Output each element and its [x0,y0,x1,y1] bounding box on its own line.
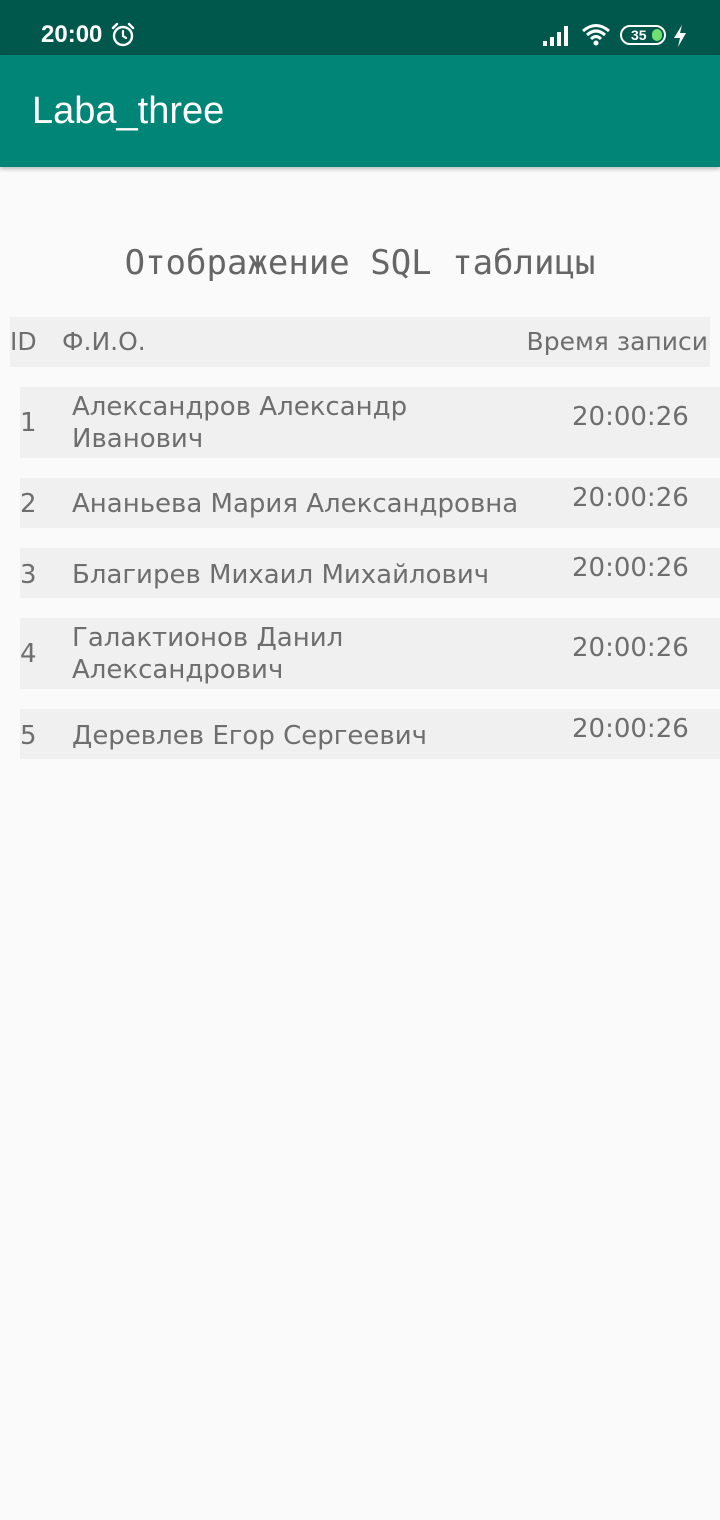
row-id: 5 [20,721,37,751]
table-row: 5 Деревлев Егор Сергеевич 20:00:26 [20,709,720,759]
charging-icon [674,25,686,47]
row-time: 20:00:26 [572,402,689,432]
row-name: Галактионов Данил Александрович [72,623,344,685]
header-time: Время записи [526,327,708,356]
table-header: ID Ф.И.О. Время записи [10,317,710,367]
row-time: 20:00:26 [572,633,689,663]
row-name: Деревлев Егор Сергеевич [72,721,427,751]
row-name: Благирев Михаил Михайлович [72,560,490,590]
signal-icon [543,26,568,46]
header-name: Ф.И.О. [62,327,146,356]
row-id: 3 [20,560,37,590]
status-bar: 20:00 35 [0,0,720,55]
battery-icon: 35 [620,25,666,45]
app-bar: Laba_three [0,55,720,167]
row-id: 1 [20,408,37,438]
header-id: ID [10,327,37,356]
status-time: 20:00 [41,21,103,48]
row-name: Ананьева Мария Александровна [72,489,519,519]
wifi-icon [582,24,610,46]
row-time: 20:00:26 [572,483,689,513]
table-row: 1 Александров Александр Иванович 20:00:2… [20,387,720,458]
row-name: Александров Александр Иванович [72,392,408,454]
row-id: 2 [20,489,37,519]
battery-level: 35 [631,27,647,43]
app-title: Laba_three [32,90,225,132]
alarm-icon [111,22,135,47]
table-row: 2 Ананьева Мария Александровна 20:00:26 [20,478,720,528]
page-title: Отображение SQL таблицы [124,243,596,283]
row-id: 4 [20,639,37,669]
row-time: 20:00:26 [572,553,689,583]
table-row: 3 Благирев Михаил Михайлович 20:00:26 [20,548,720,598]
table-row: 4 Галактионов Данил Александрович 20:00:… [20,618,720,689]
row-time: 20:00:26 [572,714,689,744]
